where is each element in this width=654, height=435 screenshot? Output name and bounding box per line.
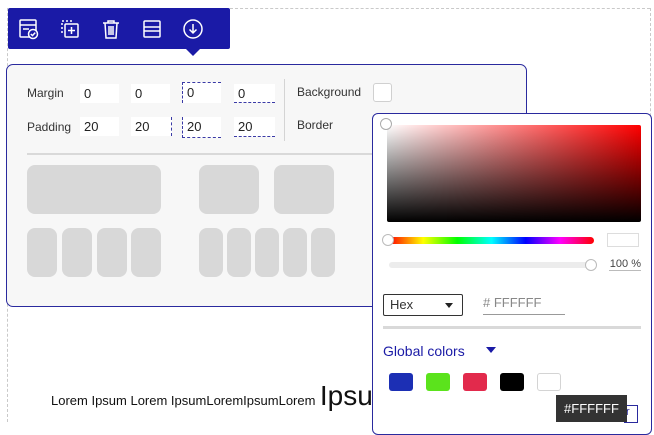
- layout-preset-5-col-b[interactable]: [227, 228, 251, 277]
- hue-slider-handle[interactable]: [382, 234, 394, 246]
- padding-left-input[interactable]: 20: [234, 117, 275, 137]
- margin-bottom-input[interactable]: 0: [182, 82, 221, 103]
- margin-right-input[interactable]: 0: [131, 84, 170, 103]
- rows-icon: [142, 19, 161, 38]
- margin-label: Margin: [27, 86, 64, 100]
- hue-slider[interactable]: [389, 237, 594, 244]
- color-picker-popover: 100 % Hex # FFFFFF Global colors: [372, 113, 652, 435]
- hex-input[interactable]: # FFFFFF: [483, 294, 565, 315]
- layout-preset-2-col-left[interactable]: [199, 165, 259, 214]
- layout-preset-4-col-c[interactable]: [97, 228, 127, 277]
- global-color-swatch-red[interactable]: [463, 373, 487, 391]
- layout-preset-4-col-d[interactable]: [131, 228, 161, 277]
- background-color-swatch[interactable]: [373, 83, 392, 102]
- alpha-percent: 100 %: [609, 258, 641, 271]
- global-color-swatch-green[interactable]: [426, 373, 450, 391]
- canvas-text-small: Lorem Ipsum Lorem IpsumLoremIpsumLorem: [51, 393, 316, 408]
- alpha-slider[interactable]: [389, 262, 594, 268]
- global-color-swatch-white[interactable]: [537, 373, 561, 391]
- layout-preset-2-col-right[interactable]: [274, 165, 334, 214]
- padding-label: Padding: [27, 120, 72, 134]
- margin-left-input[interactable]: 0: [234, 84, 275, 103]
- download-button[interactable]: [172, 8, 213, 49]
- delete-button[interactable]: [90, 8, 131, 49]
- color-mode-value: Hex: [390, 297, 414, 312]
- padding-top-input[interactable]: 20: [80, 117, 119, 136]
- rows-button[interactable]: [131, 8, 172, 49]
- saturation-handle[interactable]: [380, 118, 392, 130]
- caret-down-icon[interactable]: [486, 347, 496, 353]
- saturation-area[interactable]: [387, 125, 641, 222]
- layout-settings-icon: [18, 18, 38, 39]
- duplicate-icon: [60, 19, 79, 38]
- download-icon: [182, 18, 203, 39]
- alpha-slider-handle[interactable]: [585, 259, 597, 271]
- layout-settings-button[interactable]: [8, 8, 49, 49]
- global-color-swatch-black[interactable]: [500, 373, 524, 391]
- color-mode-select[interactable]: Hex: [383, 294, 463, 316]
- layout-preset-1-col[interactable]: [27, 165, 161, 214]
- layout-preset-5-col-a[interactable]: [199, 228, 223, 277]
- global-colors-toggle[interactable]: Global colors: [383, 343, 465, 359]
- layout-preset-5-col-d[interactable]: [283, 228, 307, 277]
- canvas-border-top: [230, 8, 650, 9]
- toolbar-pointer: [186, 49, 200, 56]
- padding-right-input[interactable]: 20: [131, 117, 172, 136]
- element-toolbar: [8, 8, 230, 49]
- layout-preset-5-col-c[interactable]: [255, 228, 279, 277]
- duplicate-button[interactable]: [49, 8, 90, 49]
- layout-preset-5-col-e[interactable]: [311, 228, 335, 277]
- color-preview: [607, 233, 639, 247]
- canvas-text-block[interactable]: Lorem Ipsum Lorem IpsumLoremIpsumLorem I…: [51, 380, 373, 412]
- layout-preset-4-col-a[interactable]: [27, 228, 57, 277]
- color-tooltip: #FFFFFF: [556, 395, 627, 422]
- layout-preset-4-col-b[interactable]: [62, 228, 92, 277]
- trash-icon: [102, 19, 119, 39]
- margin-top-input[interactable]: 0: [80, 84, 119, 103]
- picker-divider: [383, 326, 641, 329]
- background-label: Background: [297, 85, 362, 99]
- padding-bottom-input[interactable]: 20: [182, 117, 221, 138]
- border-label: Border: [297, 118, 334, 132]
- panel-divider-vertical: [284, 79, 285, 141]
- canvas-text-big: Ipsu: [319, 380, 373, 411]
- global-color-swatch-blue[interactable]: [389, 373, 413, 391]
- chevron-down-icon: [445, 303, 453, 308]
